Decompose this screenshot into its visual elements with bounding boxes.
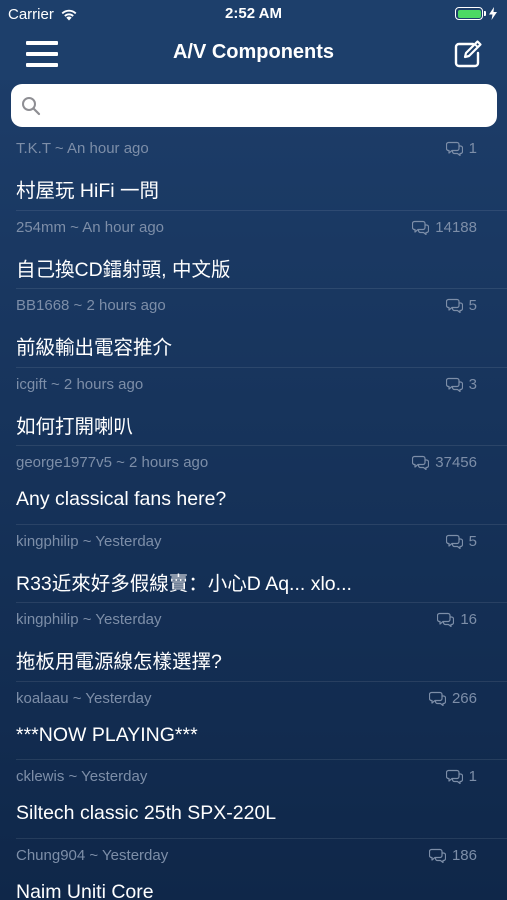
thread-title: Any classical fans here? (16, 488, 227, 510)
comment-bubble-icon (445, 298, 463, 313)
thread-title: 如何打開喇叭 (16, 415, 134, 438)
search-input[interactable] (51, 90, 485, 122)
status-bar: Carrier 2:52 AM (0, 0, 507, 28)
thread-title: Naim Uniti Core (16, 880, 154, 900)
battery-fill (457, 9, 481, 18)
reply-count: 3 (445, 375, 477, 393)
thread-author-time: koalaau ~ Yesterday (16, 689, 152, 707)
reply-count: 266 (428, 689, 477, 707)
compose-icon (454, 40, 482, 68)
thread-list: T.K.T ~ An hour ago 1 村屋玩 HiFi 一問 254mm … (0, 132, 507, 900)
comment-bubble-icon (428, 691, 446, 706)
thread-author-time: T.K.T ~ An hour ago (16, 140, 149, 157)
thread-row[interactable]: 254mm ~ An hour ago 14188 自己換CD鐳射頭, 中文版 (0, 211, 507, 290)
thread-row[interactable]: icgift ~ 2 hours ago 3 如何打開喇叭 (0, 368, 507, 447)
thread-row[interactable]: T.K.T ~ An hour ago 1 村屋玩 HiFi 一問 (0, 132, 507, 211)
thread-author-time: BB1668 ~ 2 hours ago (16, 297, 166, 314)
status-time: 2:52 AM (225, 5, 282, 22)
thread-title: 拖板用電源線怎樣選擇? (16, 651, 222, 673)
reply-count: 14188 (412, 219, 477, 236)
search-icon (22, 97, 41, 116)
battery-indicator (455, 7, 497, 20)
thread-row[interactable]: Chung904 ~ Yesterday 186 Naim Uniti Core (0, 839, 507, 900)
reply-count-value: 37456 (435, 454, 477, 471)
thread-row[interactable]: BB1668 ~ 2 hours ago 5 前級輸出電容推介 (0, 289, 507, 368)
reply-count-value: 5 (468, 532, 477, 550)
thread-row[interactable]: kingphilip ~ Yesterday 16 拖板用電源線怎樣選擇? (0, 603, 507, 682)
thread-author-time: kingphilip ~ Yesterday (16, 611, 162, 628)
thread-title: 自己換CD鐳射頭, 中文版 (16, 258, 231, 281)
thread-row[interactable]: cklewis ~ Yesterday 1 Siltech classic 25… (0, 760, 507, 839)
thread-author-time: Chung904 ~ Yesterday (16, 846, 169, 864)
thread-row[interactable]: george1977v5 ~ 2 hours ago 37456 Any cla… (0, 446, 507, 525)
comment-bubble-icon (412, 220, 430, 235)
page-title: A/V Components (172, 41, 335, 63)
comment-bubble-icon (445, 769, 463, 784)
reply-count-value: 186 (451, 846, 477, 864)
reply-count-value: 1 (468, 768, 477, 785)
comment-bubble-icon (437, 612, 455, 627)
reply-count: 1 (445, 768, 477, 785)
battery-cap (484, 11, 486, 16)
reply-count: 37456 (412, 454, 477, 471)
thread-title: Siltech classic 25th SPX-220L (16, 802, 277, 824)
battery-icon (455, 7, 483, 20)
thread-title: 前級輸出電容推介 (16, 337, 173, 359)
compose-button[interactable] (453, 39, 483, 69)
thread-author-time: icgift ~ 2 hours ago (16, 375, 144, 393)
reply-count: 1 (445, 140, 477, 157)
comment-bubble-icon (412, 455, 430, 470)
thread-row[interactable]: kingphilip ~ Yesterday 5 R33近來好多假線賣：小心D … (0, 525, 507, 604)
thread-row[interactable]: koalaau ~ Yesterday 266 ***NOW PLAYING**… (0, 682, 507, 761)
reply-count: 5 (445, 532, 477, 550)
comment-bubble-icon (445, 377, 463, 392)
comment-bubble-icon (445, 141, 463, 156)
thread-author-time: kingphilip ~ Yesterday (16, 532, 162, 550)
reply-count-value: 266 (451, 689, 477, 707)
thread-title: R33近來好多假線賣：小心D Aq... xlo... (16, 572, 352, 595)
thread-title: 村屋玩 HiFi 一問 (16, 180, 159, 202)
charging-bolt-icon (489, 7, 497, 20)
reply-count-value: 1 (468, 140, 477, 157)
reply-count: 16 (437, 611, 477, 628)
reply-count-value: 14188 (435, 218, 477, 236)
reply-count-value: 3 (468, 375, 477, 393)
thread-author-time: george1977v5 ~ 2 hours ago (16, 454, 209, 471)
comment-bubble-icon (428, 848, 446, 863)
reply-count: 5 (445, 297, 477, 314)
reply-count-value: 5 (468, 297, 477, 314)
thread-author-time: 254mm ~ An hour ago (16, 218, 165, 236)
navigation-bar: A/V Components (0, 28, 507, 80)
thread-title: ***NOW PLAYING*** (16, 723, 198, 746)
reply-count: 186 (428, 846, 477, 864)
search-bar[interactable] (11, 84, 497, 127)
reply-count-value: 16 (460, 611, 477, 628)
comment-bubble-icon (445, 534, 463, 549)
thread-author-time: cklewis ~ Yesterday (16, 768, 148, 785)
